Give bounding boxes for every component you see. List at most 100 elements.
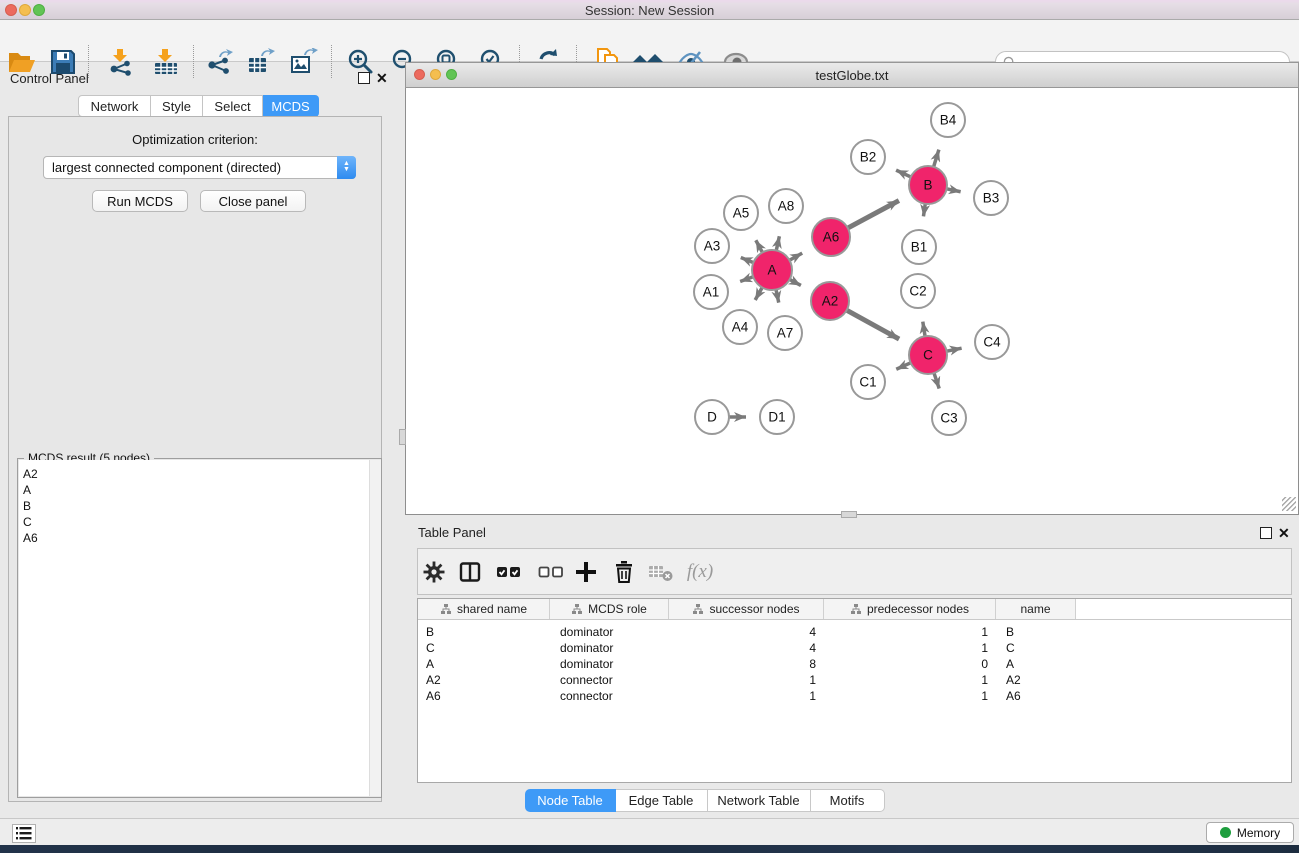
float-panel-icon[interactable] (1260, 527, 1272, 539)
table-row[interactable]: Cdominator41C (418, 640, 1291, 656)
list-item[interactable]: A6 (19, 530, 369, 546)
graph-edge-A-A7[interactable] (776, 290, 779, 303)
tab-select[interactable]: Select (203, 95, 263, 117)
graph-node-D1[interactable]: D1 (760, 400, 794, 434)
list-item[interactable]: B (19, 498, 369, 514)
svg-text:C: C (923, 348, 933, 363)
graph-edge-A6-B[interactable] (848, 201, 899, 228)
table-row[interactable]: A6connector11A6 (418, 688, 1291, 704)
optimization-criterion-select[interactable]: largest connected component (directed) ▲… (43, 156, 356, 179)
graph-node-B[interactable]: B (909, 166, 947, 204)
column-header-name[interactable]: name (996, 599, 1076, 619)
graph-node-C[interactable]: C (909, 336, 947, 374)
column-header-mcds-role[interactable]: MCDS role (550, 599, 669, 619)
node-table: shared name MCDS role successor nodes pr… (417, 598, 1292, 783)
tab-network[interactable]: Network (78, 95, 151, 117)
close-panel-icon[interactable]: ✕ (1278, 527, 1290, 539)
graph-edge-A2-C[interactable] (847, 310, 899, 339)
graph-edge-B-B1[interactable] (923, 204, 925, 217)
deselect-all-icon[interactable] (534, 555, 568, 589)
graph-node-C2[interactable]: C2 (901, 274, 935, 308)
graph-node-B4[interactable]: B4 (931, 103, 965, 137)
float-panel-icon[interactable] (358, 72, 370, 84)
graph-edge-C-C1[interactable] (896, 363, 910, 369)
graph-edge-A-A1[interactable] (740, 277, 753, 282)
graph-node-A3[interactable]: A3 (695, 229, 729, 263)
graph-node-D[interactable]: D (695, 400, 729, 434)
graph-edge-C-C3[interactable] (934, 373, 939, 389)
graph-edge-B-B2[interactable] (896, 170, 911, 177)
graph-edge-C-C2[interactable] (923, 322, 925, 337)
splitter-grip[interactable] (399, 429, 406, 445)
graph-edge-A-A3[interactable] (741, 258, 754, 263)
export-table-icon[interactable] (244, 45, 278, 79)
table-tabs: Node Table Edge Table Network Table Moti… (0, 789, 1299, 812)
select-all-icon[interactable] (492, 555, 526, 589)
graph-node-A2[interactable]: A2 (811, 282, 849, 320)
graph-edge-A-A4[interactable] (755, 287, 762, 300)
graph-node-A4[interactable]: A4 (723, 310, 757, 344)
graph-node-B1[interactable]: B1 (902, 230, 936, 264)
graph-edge-A-A5[interactable] (756, 240, 763, 252)
import-table-icon[interactable] (149, 45, 183, 79)
table-row[interactable]: Bdominator41B (418, 624, 1291, 640)
import-network-icon[interactable] (104, 45, 138, 79)
graph-edge-A-A8[interactable] (776, 236, 779, 250)
graph-edge-A-A6[interactable] (789, 253, 802, 260)
criterion-value: largest connected component (directed) (44, 160, 337, 175)
column-header-shared-name[interactable]: shared name (418, 599, 550, 619)
graph-node-C4[interactable]: C4 (975, 325, 1009, 359)
list-item[interactable]: A (19, 482, 369, 498)
toolbar-separator (331, 45, 332, 78)
graph-edge-A-A2[interactable] (790, 279, 801, 285)
close-panel-icon[interactable]: ✕ (376, 72, 388, 84)
graph-edge-C-C4[interactable] (947, 348, 962, 351)
list-item[interactable]: C (19, 514, 369, 530)
graph-node-A7[interactable]: A7 (768, 316, 802, 350)
table-row[interactable]: A2connector11A2 (418, 672, 1291, 688)
criterion-label: Optimization criterion: (8, 132, 382, 147)
tab-style[interactable]: Style (151, 95, 203, 117)
svg-text:A2: A2 (822, 294, 839, 309)
export-network-icon[interactable] (202, 45, 236, 79)
delete-columns-icon[interactable] (607, 555, 641, 589)
network-canvas[interactable]: B4 B2 B B3 A8 A5 A6 A3 B1 A A1 C2 A2 A4 A7 C4 C C1 D D1 C3 (405, 88, 1299, 515)
table-cell-shared_name: A (418, 657, 550, 671)
graph-node-A6[interactable]: A6 (812, 218, 850, 256)
graph-node-C3[interactable]: C3 (932, 401, 966, 435)
run-mcds-button[interactable]: Run MCDS (92, 190, 188, 212)
splitter-grip[interactable] (841, 511, 857, 518)
graph-node-A8[interactable]: A8 (769, 189, 803, 223)
table-cell-successor_nodes: 1 (669, 689, 824, 703)
graph-node-A5[interactable]: A5 (724, 196, 758, 230)
graph-node-A[interactable]: A (752, 250, 792, 290)
add-column-icon[interactable] (569, 555, 603, 589)
table-row[interactable]: Adominator80A (418, 656, 1291, 672)
task-history-button[interactable] (12, 824, 36, 843)
column-header-successor-nodes[interactable]: successor nodes (669, 599, 824, 619)
graph-edge-B-B3[interactable] (947, 189, 961, 192)
graph-node-C1[interactable]: C1 (851, 365, 885, 399)
resize-grip-icon[interactable] (1282, 497, 1296, 511)
list-item[interactable]: A2 (19, 466, 369, 482)
graph-edge-B-B4[interactable] (934, 150, 939, 167)
table-cell-mcds_role: dominator (550, 657, 669, 671)
table-options-icon[interactable] (417, 555, 451, 589)
tab-motifs[interactable]: Motifs (811, 789, 885, 812)
svg-text:B: B (923, 178, 932, 193)
svg-text:C1: C1 (859, 375, 876, 390)
table-cell-name: A (996, 657, 1076, 671)
graph-node-B2[interactable]: B2 (851, 140, 885, 174)
close-panel-button[interactable]: Close panel (200, 190, 306, 212)
graph-node-B3[interactable]: B3 (974, 181, 1008, 215)
export-image-icon[interactable] (287, 45, 321, 79)
mcds-result-scrollbar[interactable] (369, 460, 381, 796)
tab-node-table[interactable]: Node Table (525, 789, 616, 812)
graph-node-A1[interactable]: A1 (694, 275, 728, 309)
column-header-predecessor-nodes[interactable]: predecessor nodes (824, 599, 996, 619)
memory-button[interactable]: Memory (1206, 822, 1294, 843)
tab-network-table[interactable]: Network Table (708, 789, 811, 812)
show-columns-icon[interactable] (453, 555, 487, 589)
tab-mcds[interactable]: MCDS (263, 95, 319, 117)
tab-edge-table[interactable]: Edge Table (616, 789, 708, 812)
